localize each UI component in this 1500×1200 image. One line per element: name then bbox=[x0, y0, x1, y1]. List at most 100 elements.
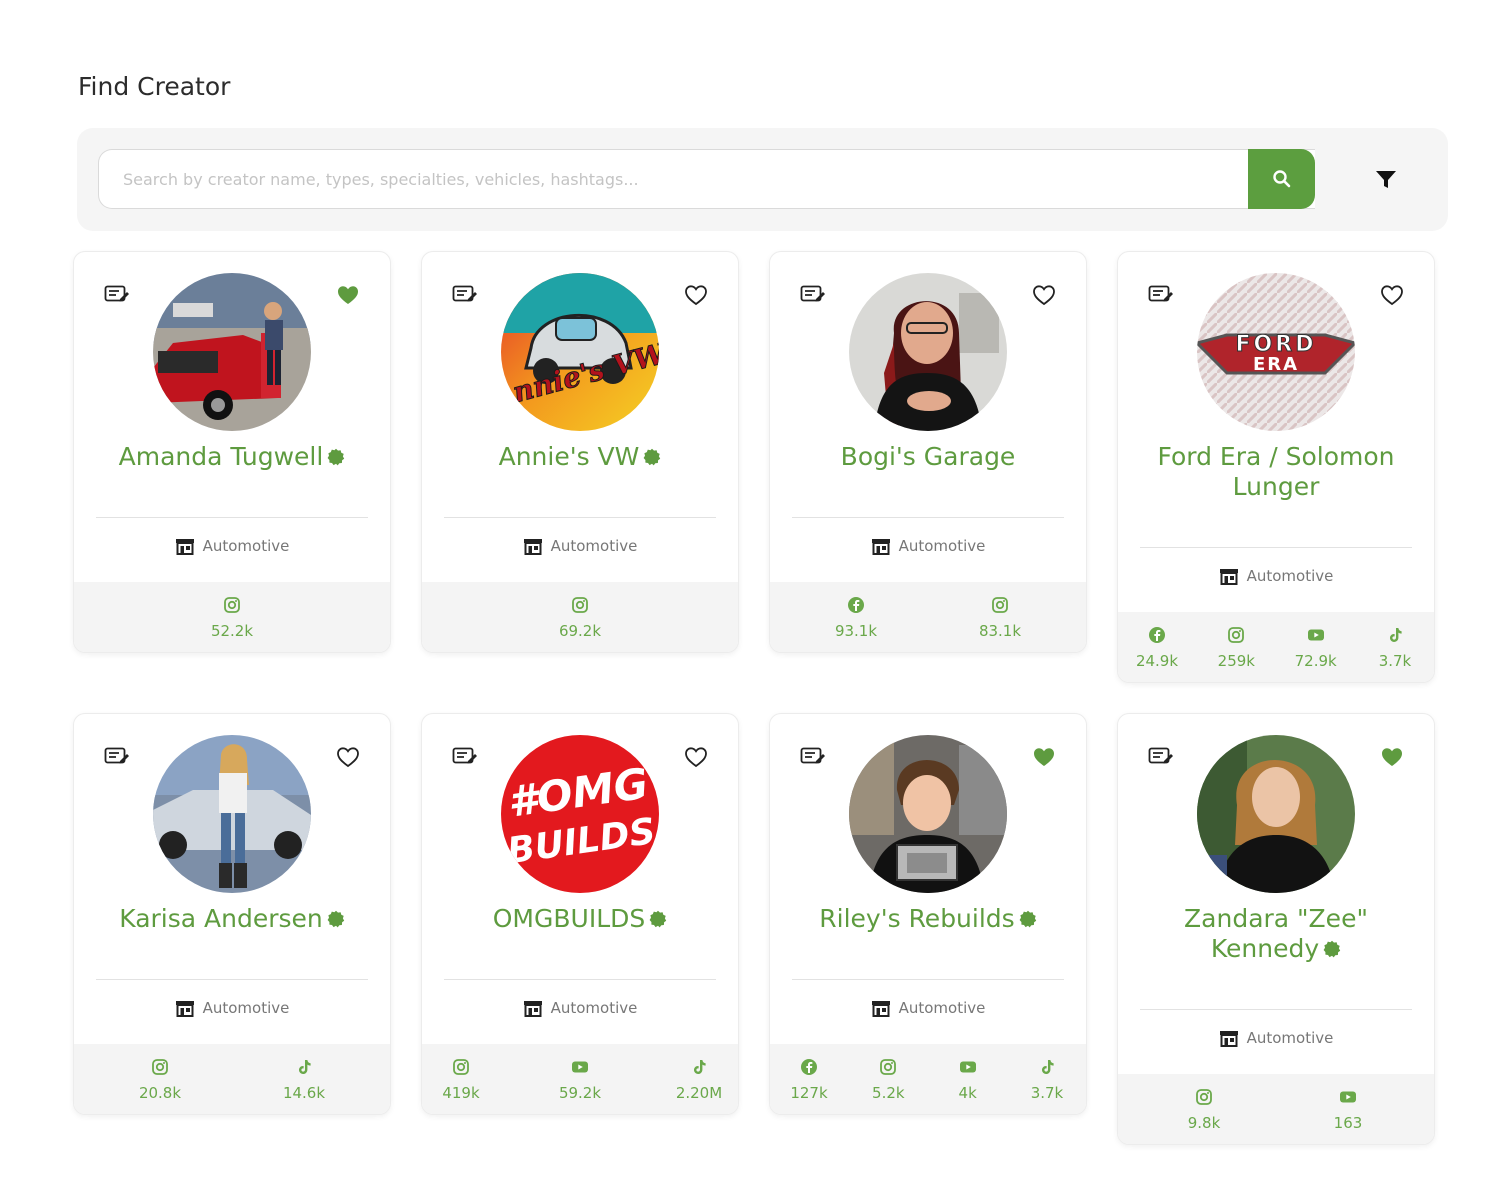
edit-note-icon[interactable] bbox=[800, 746, 826, 768]
avatar[interactable] bbox=[1197, 735, 1355, 893]
edit-note-icon[interactable] bbox=[1148, 746, 1174, 768]
social-stat-facebook[interactable]: 24.9k bbox=[1132, 626, 1182, 670]
creator-name-wrap[interactable]: Karisa Andersen bbox=[94, 904, 370, 934]
avatar[interactable] bbox=[153, 735, 311, 893]
creator-card[interactable]: #OMG BUILDS OMGBUILDS Automotive 419k 59… bbox=[421, 713, 739, 1115]
social-stat-facebook[interactable]: 127k bbox=[784, 1058, 834, 1102]
social-stat-youtube[interactable]: 72.9k bbox=[1291, 626, 1341, 670]
instagram-icon bbox=[879, 1058, 897, 1076]
creator-card[interactable]: Riley's Rebuilds Automotive 127k 5.2k 4k… bbox=[769, 713, 1087, 1115]
heart-outline-icon[interactable] bbox=[1380, 284, 1404, 306]
social-stats-bar: 93.1k 83.1k bbox=[770, 582, 1086, 652]
category-label: Automotive bbox=[1246, 567, 1334, 585]
search-input[interactable] bbox=[123, 169, 1315, 189]
edit-note-icon[interactable] bbox=[800, 284, 826, 306]
heart-filled-icon[interactable] bbox=[1032, 746, 1056, 768]
heart-filled-icon[interactable] bbox=[336, 284, 360, 306]
creator-name-wrap[interactable]: Bogi's Garage bbox=[790, 442, 1066, 472]
social-stat-instagram[interactable]: 83.1k bbox=[975, 596, 1025, 640]
store-icon bbox=[523, 538, 542, 555]
creator-name-wrap[interactable]: OMGBUILDS bbox=[442, 904, 718, 934]
verified-badge-icon bbox=[643, 448, 661, 466]
search-icon bbox=[1272, 170, 1290, 188]
follower-count: 69.2k bbox=[558, 622, 602, 640]
follower-count: 2.20M bbox=[675, 1084, 723, 1102]
edit-note-icon[interactable] bbox=[104, 284, 130, 306]
heart-outline-icon[interactable] bbox=[684, 746, 708, 768]
category-label: Automotive bbox=[550, 537, 638, 555]
social-stats-bar: 69.2k bbox=[422, 582, 738, 652]
edit-note-icon[interactable] bbox=[452, 746, 478, 768]
social-stat-youtube[interactable]: 59.2k bbox=[555, 1058, 605, 1102]
tiktok-icon bbox=[1386, 626, 1404, 644]
edit-note-icon[interactable] bbox=[452, 284, 478, 306]
creator-card[interactable]: Amanda Tugwell Automotive 52.2k bbox=[73, 251, 391, 653]
creator-card[interactable]: FORD ERA Ford Era / Solomon Lunger Autom… bbox=[1117, 251, 1435, 683]
avatar[interactable]: FORD ERA bbox=[1197, 273, 1355, 431]
social-stat-youtube[interactable]: 4k bbox=[943, 1058, 993, 1102]
social-stat-instagram[interactable]: 9.8k bbox=[1179, 1088, 1229, 1132]
social-stat-instagram[interactable]: 52.2k bbox=[207, 596, 257, 640]
social-stat-tiktok[interactable]: 2.20M bbox=[674, 1058, 724, 1102]
creator-name-wrap[interactable]: Ford Era / Solomon Lunger bbox=[1138, 442, 1414, 502]
social-stat-facebook[interactable]: 93.1k bbox=[831, 596, 881, 640]
creator-name: Ford Era / Solomon Lunger bbox=[1157, 442, 1395, 501]
social-stat-tiktok[interactable]: 3.7k bbox=[1022, 1058, 1072, 1102]
social-stat-instagram[interactable]: 69.2k bbox=[555, 596, 605, 640]
social-stat-youtube[interactable]: 163 bbox=[1323, 1088, 1373, 1132]
social-stat-instagram[interactable]: 419k bbox=[436, 1058, 486, 1102]
instagram-icon bbox=[991, 596, 1009, 614]
category: Automotive bbox=[74, 999, 390, 1017]
category-label: Automotive bbox=[550, 999, 638, 1017]
avatar[interactable] bbox=[849, 273, 1007, 431]
edit-note-icon[interactable] bbox=[1148, 284, 1174, 306]
instagram-icon bbox=[571, 596, 589, 614]
social-stat-instagram[interactable]: 20.8k bbox=[135, 1058, 185, 1102]
category: Automotive bbox=[422, 999, 738, 1017]
social-stat-instagram[interactable]: 259k bbox=[1211, 626, 1261, 670]
youtube-icon bbox=[1339, 1088, 1357, 1106]
follower-count: 72.9k bbox=[1294, 652, 1337, 670]
heart-outline-icon[interactable] bbox=[684, 284, 708, 306]
creator-name: Bogi's Garage bbox=[840, 442, 1016, 471]
avatar[interactable]: #OMG BUILDS bbox=[501, 735, 659, 893]
social-stat-tiktok[interactable]: 3.7k bbox=[1370, 626, 1420, 670]
edit-note-icon[interactable] bbox=[104, 746, 130, 768]
follower-count: 127k bbox=[790, 1084, 828, 1102]
search-panel bbox=[77, 128, 1448, 231]
social-stats-bar: 52.2k bbox=[74, 582, 390, 652]
follower-count: 3.7k bbox=[1378, 652, 1412, 670]
creator-card[interactable]: Zandara "Zee" Kennedy Automotive 9.8k 16… bbox=[1117, 713, 1435, 1145]
search-button[interactable] bbox=[1248, 149, 1315, 209]
tiktok-icon bbox=[1038, 1058, 1056, 1076]
filter-button[interactable] bbox=[1371, 166, 1401, 194]
creator-card[interactable]: Bogi's Garage Automotive 93.1k 83.1k bbox=[769, 251, 1087, 653]
creator-name-wrap[interactable]: Annie's VW bbox=[442, 442, 718, 472]
creator-name-wrap[interactable]: Riley's Rebuilds bbox=[790, 904, 1066, 934]
social-stat-tiktok[interactable]: 14.6k bbox=[279, 1058, 329, 1102]
avatar[interactable]: Annie's VW bbox=[501, 273, 659, 431]
heart-filled-icon[interactable] bbox=[1380, 746, 1404, 768]
creator-name: Karisa Andersen bbox=[119, 904, 323, 933]
facebook-icon bbox=[800, 1058, 818, 1076]
heart-outline-icon[interactable] bbox=[336, 746, 360, 768]
page-title: Find Creator bbox=[78, 72, 231, 101]
verified-badge-icon bbox=[1019, 910, 1036, 928]
category: Automotive bbox=[770, 537, 1086, 555]
follower-count: 3.7k bbox=[1030, 1084, 1064, 1102]
creator-name-wrap[interactable]: Zandara "Zee" Kennedy bbox=[1138, 904, 1414, 964]
store-icon bbox=[175, 1000, 194, 1017]
follower-count: 259k bbox=[1217, 652, 1255, 670]
avatar[interactable] bbox=[849, 735, 1007, 893]
social-stat-instagram[interactable]: 5.2k bbox=[863, 1058, 913, 1102]
follower-count: 83.1k bbox=[978, 622, 1022, 640]
avatar[interactable] bbox=[153, 273, 311, 431]
category: Automotive bbox=[422, 537, 738, 555]
divider bbox=[444, 979, 716, 980]
facebook-icon bbox=[847, 596, 865, 614]
category-label: Automotive bbox=[1246, 1029, 1334, 1047]
creator-card[interactable]: Karisa Andersen Automotive 20.8k 14.6k bbox=[73, 713, 391, 1115]
heart-outline-icon[interactable] bbox=[1032, 284, 1056, 306]
creator-card[interactable]: Annie's VW Annie's VW Automotive 69.2k bbox=[421, 251, 739, 653]
creator-name-wrap[interactable]: Amanda Tugwell bbox=[94, 442, 370, 472]
